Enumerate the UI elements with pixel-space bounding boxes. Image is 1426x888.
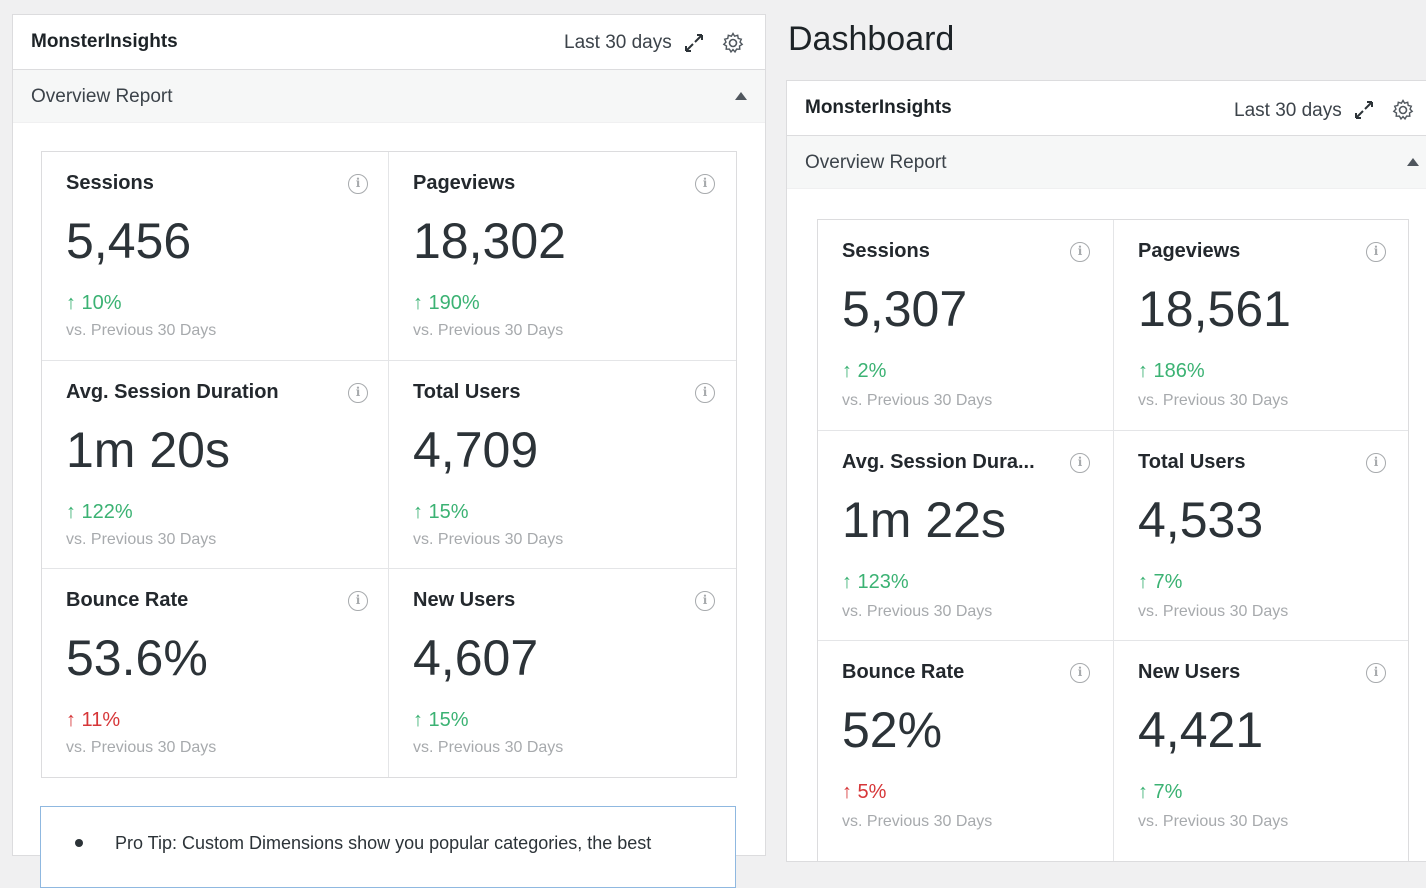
metric-change: ↑ 15% (413, 501, 469, 523)
widget-brand: MonsterInsights (31, 31, 178, 52)
comparison-note: vs. Previous 30 Days (1138, 392, 1289, 409)
widget-header: MonsterInsights Last 30 days (787, 81, 1426, 136)
metric-value: 5,456 (66, 213, 192, 269)
metric-label: Total Users (413, 381, 521, 403)
metric-value: 4,607 (413, 630, 539, 686)
info-icon[interactable]: i (1070, 453, 1090, 473)
info-icon[interactable]: i (1366, 453, 1386, 473)
info-icon[interactable]: i (348, 591, 368, 611)
report-toggle[interactable]: Overview Report (13, 70, 765, 123)
comparison-note: vs. Previous 30 Days (842, 392, 993, 409)
metric-card: Total Users i 4,709 ↑ 15% vs. Previous 30 Da… (389, 361, 736, 569)
metric-card: Sessions i 5,456 ↑ 10% vs. Previous 30 Days (42, 152, 388, 360)
metric-card: Bounce Rate i 53.6% ↑ 11% vs. Previous 30 Da… (42, 569, 388, 777)
report-toggle[interactable]: Overview Report (787, 136, 1426, 189)
gear-icon[interactable] (1391, 98, 1415, 122)
comparison-note: vs. Previous 30 Days (1138, 813, 1289, 830)
metric-value: 4,533 (1138, 492, 1264, 548)
metric-label: Avg. Session Duration (66, 381, 279, 403)
bullet-icon (75, 839, 83, 847)
metric-change: ↑ 122% (66, 501, 133, 523)
metric-card: Sessions i 5,307 ↑ 2% vs. Previous 30 Days (818, 220, 1113, 430)
widget-header: MonsterInsights Last 30 days (13, 15, 765, 70)
metric-label: Sessions (66, 172, 154, 194)
info-icon[interactable]: i (1366, 242, 1386, 262)
info-icon[interactable]: i (348, 383, 368, 403)
info-icon[interactable]: i (1366, 663, 1386, 683)
metric-value: 52% (842, 702, 943, 758)
monsterinsights-widget-left: MonsterInsights Last 30 days Overview Re… (12, 14, 766, 856)
comparison-note: vs. Previous 30 Days (842, 813, 993, 830)
metric-value: 4,421 (1138, 702, 1264, 758)
metric-label: Bounce Rate (66, 589, 189, 611)
metric-change: ↑ 123% (842, 571, 909, 593)
monsterinsights-widget-right: MonsterInsights Last 30 days Overview Re… (786, 80, 1426, 862)
expand-icon[interactable] (683, 32, 705, 54)
metrics-grid: Sessions i 5,456 ↑ 10% vs. Previous 30 Days … (41, 151, 737, 778)
metric-label: Avg. Session Dura... (842, 451, 1035, 473)
info-icon[interactable]: i (695, 591, 715, 611)
metric-change: ↑ 190% (413, 292, 480, 314)
date-range-label[interactable]: Last 30 days (564, 32, 672, 54)
comparison-note: vs. Previous 30 Days (413, 739, 564, 756)
metric-card: Avg. Session Dura... i 1m 22s ↑ 123% vs. Pre… (818, 431, 1113, 641)
page-title: Dashboard (788, 20, 955, 58)
metric-card: Total Users i 4,533 ↑ 7% vs. Previous 30 Day… (1114, 431, 1408, 641)
metric-value: 1m 22s (842, 492, 1006, 548)
report-title: Overview Report (805, 152, 947, 173)
gear-icon[interactable] (721, 31, 745, 55)
metrics-grid: Sessions i 5,307 ↑ 2% vs. Previous 30 Days P… (817, 219, 1409, 861)
metric-card: Avg. Session Duration i 1m 20s ↑ 122% vs. Pr… (42, 361, 388, 569)
comparison-note: vs. Previous 30 Days (842, 603, 993, 620)
date-range-label[interactable]: Last 30 days (1234, 100, 1342, 122)
metric-change: ↑ 7% (1138, 571, 1183, 593)
metric-card: Pageviews i 18,561 ↑ 186% vs. Previous 30 Da… (1114, 220, 1408, 430)
widget-brand: MonsterInsights (805, 97, 952, 118)
metric-value: 4,709 (413, 422, 539, 478)
metric-value: 53.6% (66, 630, 208, 686)
metric-change: ↑ 7% (1138, 781, 1183, 803)
metric-label: New Users (413, 589, 516, 611)
metric-card: Pageviews i 18,302 ↑ 190% vs. Previous 30 Da… (389, 152, 736, 360)
metric-card: New Users i 4,607 ↑ 15% vs. Previous 30 Days (389, 569, 736, 777)
metric-label: Total Users (1138, 451, 1246, 473)
info-icon[interactable]: i (695, 383, 715, 403)
info-icon[interactable]: i (348, 174, 368, 194)
metric-change: ↑ 5% (842, 781, 887, 803)
metric-card: Bounce Rate i 52% ↑ 5% vs. Previous 30 Days (818, 641, 1113, 851)
comparison-note: vs. Previous 30 Days (66, 739, 217, 756)
metric-value: 1m 20s (66, 422, 230, 478)
comparison-note: vs. Previous 30 Days (413, 531, 564, 548)
expand-icon[interactable] (1353, 99, 1375, 121)
metric-change: ↑ 11% (66, 709, 121, 731)
info-icon[interactable]: i (1070, 242, 1090, 262)
comparison-note: vs. Previous 30 Days (66, 531, 217, 548)
report-title: Overview Report (31, 86, 173, 107)
info-icon[interactable]: i (695, 174, 715, 194)
metric-value: 18,302 (413, 213, 566, 269)
metric-change: ↑ 10% (66, 292, 122, 314)
metric-label: New Users (1138, 661, 1241, 683)
metric-change: ↑ 15% (413, 709, 469, 731)
comparison-note: vs. Previous 30 Days (413, 322, 564, 339)
metric-label: Bounce Rate (842, 661, 965, 683)
comparison-note: vs. Previous 30 Days (1138, 603, 1289, 620)
metric-label: Pageviews (1138, 240, 1241, 262)
metric-value: 5,307 (842, 281, 968, 337)
metric-change: ↑ 186% (1138, 360, 1205, 382)
metric-label: Pageviews (413, 172, 516, 194)
caret-up-icon[interactable] (1407, 158, 1419, 166)
comparison-note: vs. Previous 30 Days (66, 322, 217, 339)
pro-tip-box: Pro Tip: Custom Dimensions show you popu… (40, 806, 736, 888)
metric-change: ↑ 2% (842, 360, 887, 382)
metric-card: New Users i 4,421 ↑ 7% vs. Previous 30 Days (1114, 641, 1408, 851)
caret-up-icon[interactable] (735, 92, 747, 100)
metric-label: Sessions (842, 240, 930, 262)
metric-value: 18,561 (1138, 281, 1291, 337)
info-icon[interactable]: i (1070, 663, 1090, 683)
